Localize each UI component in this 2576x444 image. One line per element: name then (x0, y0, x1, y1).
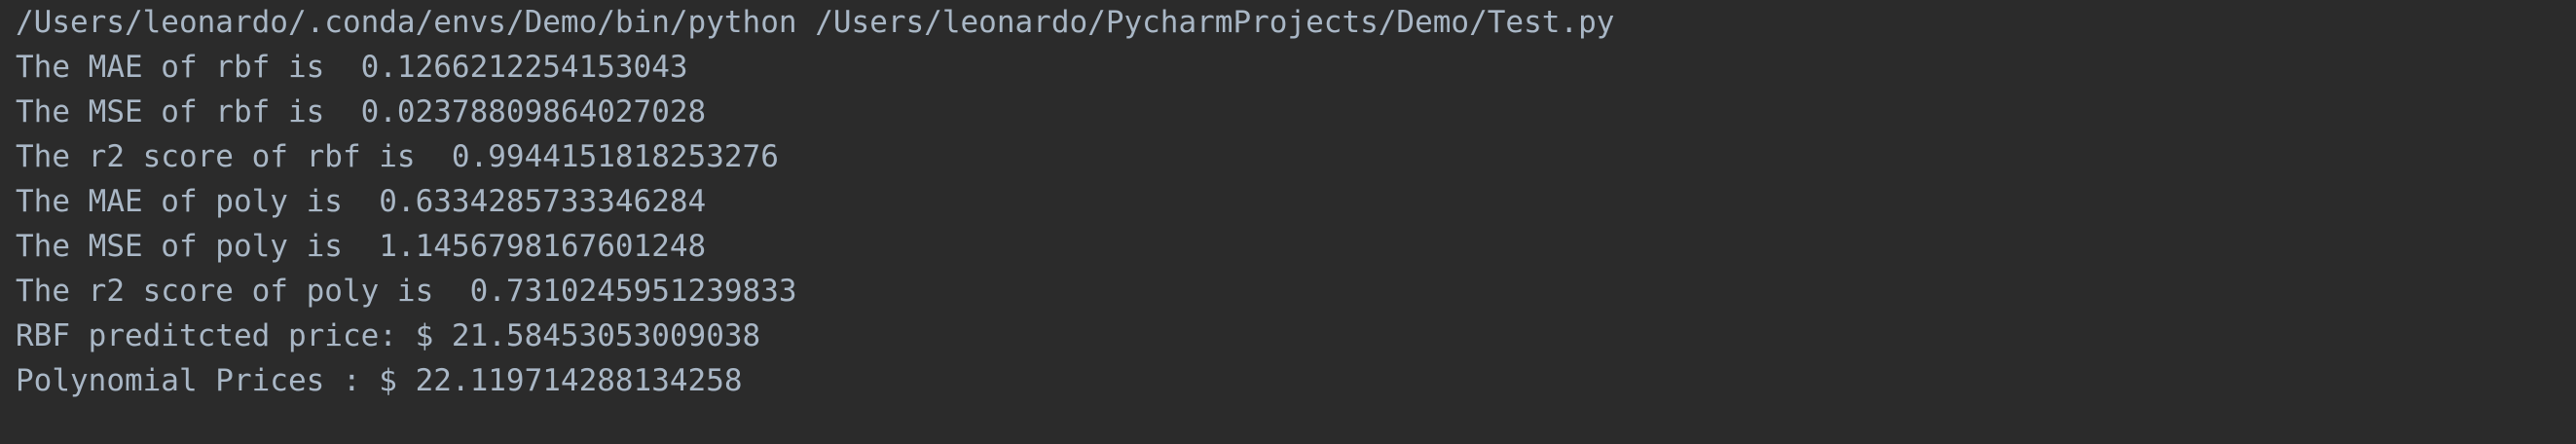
output-line-r2-poly: The r2 score of poly is 0.73102459512398… (16, 274, 797, 309)
output-line-poly-price: Polynomial Prices : $ 22.119714288134258 (16, 363, 743, 398)
output-line-mse-rbf: The MSE of rbf is 0.02378809864027028 (16, 94, 707, 130)
output-line-mse-poly: The MSE of poly is 1.1456798167601248 (16, 229, 707, 264)
output-line-mae-rbf: The MAE of rbf is 0.1266212254153043 (16, 50, 688, 85)
output-line-mae-poly: The MAE of poly is 0.6334285733346284 (16, 184, 707, 219)
output-line-r2-rbf: The r2 score of rbf is 0.994415181825327… (16, 139, 779, 174)
run-command-line: /Users/leonardo/.conda/envs/Demo/bin/pyt… (16, 5, 1615, 40)
run-console-output: /Users/leonardo/.conda/envs/Demo/bin/pyt… (0, 0, 2576, 444)
output-line-rbf-price: RBF preditcted price: $ 21.5845305300903… (16, 318, 761, 353)
